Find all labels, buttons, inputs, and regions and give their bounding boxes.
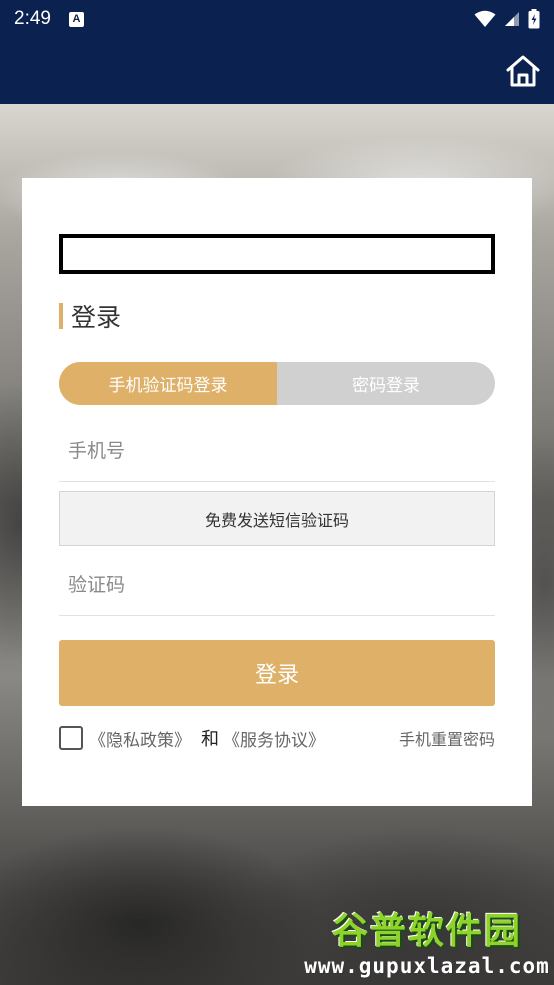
send-sms-button[interactable]: 免费发送短信验证码	[59, 491, 495, 546]
agreement-row: 《隐私政策》 和 《服务协议》 手机重置密码	[59, 724, 495, 752]
phone-field	[59, 420, 495, 482]
reset-password-link[interactable]: 手机重置密码	[399, 726, 495, 750]
signal-icon	[505, 12, 519, 26]
title-accent-bar	[59, 303, 63, 329]
code-input[interactable]	[59, 554, 495, 615]
phone-input[interactable]	[59, 420, 495, 481]
battery-icon	[528, 9, 540, 29]
notification-icon: A	[68, 11, 84, 27]
service-agreement-link[interactable]: 《服务协议》	[223, 726, 325, 751]
code-field	[59, 554, 495, 616]
watermark: 谷普软件园 www.gupuxlazal.com	[300, 894, 554, 985]
status-time: 2:49	[14, 8, 51, 29]
login-button[interactable]: 登录	[59, 640, 495, 706]
page-title: 登录	[71, 303, 122, 332]
tab-sms-login[interactable]: 手机验证码登录	[59, 362, 277, 405]
status-bar: 2:49 A	[0, 0, 554, 38]
section-title: 登录	[59, 302, 121, 332]
tab-password-login[interactable]: 密码登录	[277, 362, 495, 405]
agreement-checkbox[interactable]	[59, 726, 83, 750]
home-button[interactable]	[504, 52, 542, 90]
login-mode-tabs: 手机验证码登录 密码登录	[59, 362, 495, 405]
login-card: 登录 手机验证码登录 密码登录 免费发送短信验证码 登录 《隐私政策》 和 《服…	[22, 178, 532, 806]
status-icons	[474, 9, 540, 29]
and-text: 和	[201, 729, 219, 750]
watermark-url: www.gupuxlazal.com	[304, 953, 550, 978]
privacy-policy-link[interactable]: 《隐私政策》	[89, 726, 191, 751]
home-icon	[506, 55, 540, 87]
logo-placeholder	[59, 234, 495, 274]
app-header	[0, 38, 554, 104]
wifi-icon	[474, 10, 496, 27]
watermark-title: 谷普软件园	[331, 910, 522, 952]
